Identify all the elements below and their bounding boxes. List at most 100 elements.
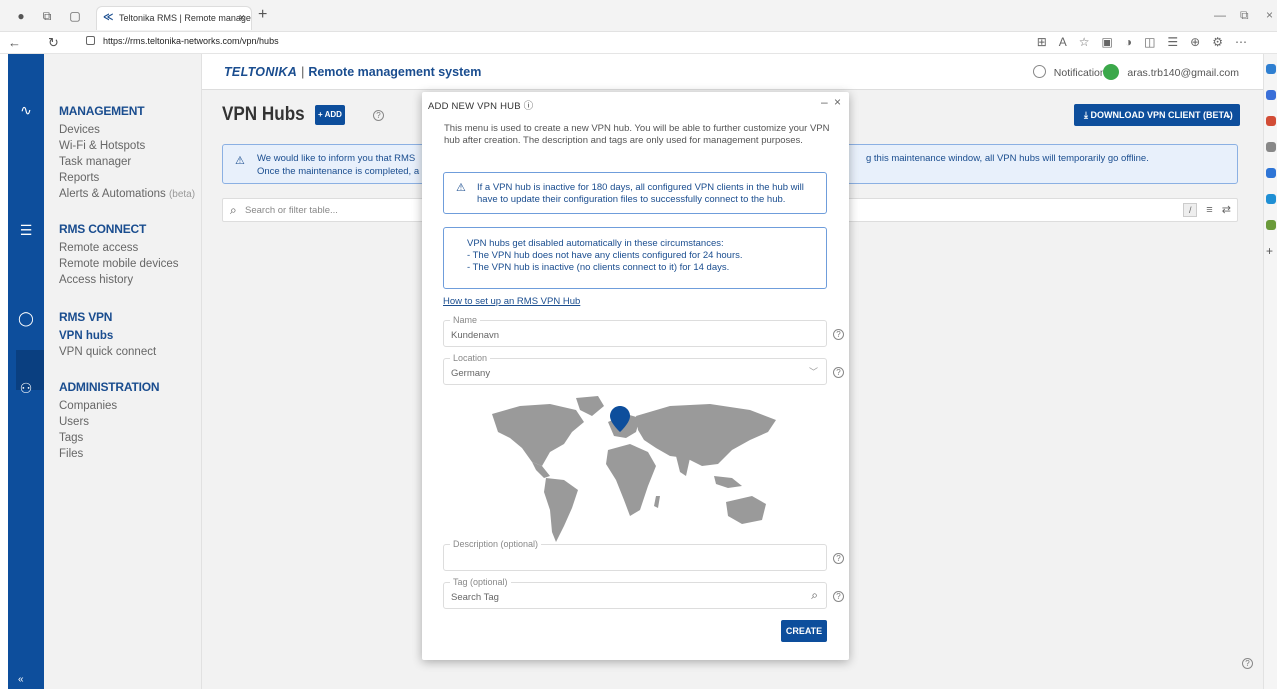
games-icon[interactable] <box>1266 220 1276 230</box>
tab-close-icon[interactable]: × <box>239 7 245 29</box>
download-vpn-client-button[interactable]: ⤓ DOWNLOAD VPN CLIENT (BETA) ⌄ <box>1074 104 1240 126</box>
notifications-button[interactable]: Notifications <box>1032 65 1111 79</box>
search-icon: ⌕ <box>230 203 237 217</box>
sidebar-item-remote-mobile[interactable]: Remote mobile devices <box>59 256 179 272</box>
tag-search-field[interactable]: Tag (optional) Search Tag ⌕ <box>443 577 827 609</box>
copilot-icon[interactable] <box>1266 90 1276 100</box>
activity-icon[interactable]: ∿ <box>16 100 36 120</box>
columns-icon[interactable]: ≡ <box>1206 204 1212 216</box>
teltonika-logo[interactable]: TELTONIKA | Remote management system <box>224 65 481 79</box>
download-label: ⤓ DOWNLOAD VPN CLIENT (BETA) <box>1084 110 1233 120</box>
tag-help-icon[interactable]: ? <box>833 591 844 602</box>
alert-line-2: Once the maintenance is completed, a <box>257 166 420 177</box>
address-bar: ← ↻ https://rms.teltonika-networks.com/v… <box>0 32 1277 54</box>
brand-name: TELTONIKA <box>224 65 298 79</box>
sidebar-item-alerts[interactable]: Alerts & Automations (beta) <box>59 186 195 203</box>
sidebar-item-reports[interactable]: Reports <box>59 170 195 186</box>
system-name: Remote management system <box>308 65 482 79</box>
add-sidebar-icon[interactable]: + <box>1266 245 1276 257</box>
name-label: Name <box>450 315 481 325</box>
refresh-icon[interactable]: ↻ <box>48 35 59 51</box>
chevron-down-icon: ﹀ <box>808 367 818 377</box>
sidebar: MANAGEMENT Devices Wi-Fi & Hotspots Task… <box>44 54 202 689</box>
sidebar-item-companies[interactable]: Companies <box>59 398 159 414</box>
alert-line-1: We would like to inform you that RMS <box>257 153 416 164</box>
sidebar-item-users[interactable]: Users <box>59 414 159 430</box>
refresh-table-icon[interactable]: ⇄ <box>1222 204 1231 216</box>
close-window-icon[interactable]: × <box>1266 8 1273 22</box>
search-sidebar-icon[interactable] <box>1266 64 1276 74</box>
sidebar-section-administration: ADMINISTRATION Companies Users Tags File… <box>59 380 160 462</box>
location-help-icon[interactable]: ? <box>833 367 844 378</box>
location-select[interactable]: Location Germany ﹀ <box>443 353 827 385</box>
nav-rail: ∿ ☰ ◯ ⚇ « <box>8 54 56 689</box>
warning-icon: ⚠ <box>456 182 466 194</box>
sidebar-item-wifi-hotspots[interactable]: Wi-Fi & Hotspots <box>59 138 195 154</box>
restore-icon[interactable]: ⧉ <box>1240 8 1249 23</box>
browser-tab[interactable]: ≪ Teltonika RMS | Remote manage × <box>96 6 252 30</box>
server-icon[interactable]: ☰ <box>16 220 36 240</box>
shortcut-key-icon: / <box>1183 203 1198 217</box>
warning-icon: ⚠ <box>235 155 245 167</box>
sidebar-section-management: MANAGEMENT Devices Wi-Fi & Hotspots Task… <box>59 104 195 203</box>
lock-icon <box>86 36 95 45</box>
sidebar-section-title: MANAGEMENT <box>59 104 145 118</box>
workspaces-icon[interactable]: ⧉ <box>40 9 54 23</box>
tab-actions-icon[interactable]: ▢ <box>68 9 82 23</box>
alert-line-right: g this maintenance window, all VPN hubs … <box>866 153 1149 164</box>
search-placeholder: Search or filter table... <box>245 205 338 216</box>
sidebar-section-title: ADMINISTRATION <box>59 380 160 394</box>
disable-title: VPN hubs get disabled automatically in t… <box>467 238 724 249</box>
collapse-sidebar-icon[interactable]: « <box>18 674 24 685</box>
sidebar-item-task-manager[interactable]: Task manager <box>59 154 195 170</box>
logo-separator: | <box>301 65 305 79</box>
floating-help-icon[interactable]: ? <box>1242 658 1253 669</box>
people-icon[interactable] <box>1266 142 1276 152</box>
tag-label: Tag (optional) <box>450 577 511 587</box>
teltonika-favicon-icon: ≪ <box>103 12 114 23</box>
create-button[interactable]: CREATE <box>781 620 827 642</box>
sidebar-item-devices[interactable]: Devices <box>59 122 195 138</box>
beta-label: (beta) <box>168 189 196 200</box>
shield-icon[interactable]: ◯ <box>16 308 36 328</box>
tag-placeholder: Search Tag <box>451 592 499 603</box>
back-icon[interactable]: ← <box>8 35 21 50</box>
shopping-icon[interactable] <box>1266 116 1276 126</box>
sidebar-section-rms-connect: RMS CONNECT Remote access Remote mobile … <box>59 222 179 288</box>
sidebar-item-vpn-hubs[interactable]: VPN hubs <box>59 328 156 344</box>
sidebar-item-vpn-quick-connect[interactable]: VPN quick connect <box>59 344 156 360</box>
dialog-title: ADD NEW VPN HUB ⓘ <box>428 101 534 112</box>
outlook-icon[interactable] <box>1266 194 1276 204</box>
help-icon[interactable]: ? <box>373 110 384 121</box>
warning-text: If a VPN hub is inactive for 180 days, a… <box>477 182 804 205</box>
users-icon[interactable]: ⚇ <box>16 378 36 398</box>
page-title: VPN Hubs <box>222 104 305 125</box>
minimize-dialog-icon[interactable]: – <box>821 95 828 109</box>
description-help-icon[interactable]: ? <box>833 553 844 564</box>
office-icon[interactable] <box>1266 168 1276 178</box>
sidebar-item-files[interactable]: Files <box>59 446 159 462</box>
sidebar-item-access-history[interactable]: Access history <box>59 272 179 288</box>
sidebar-item-tags[interactable]: Tags <box>59 430 159 446</box>
minimize-icon[interactable]: — <box>1214 8 1226 22</box>
new-tab-icon[interactable]: + <box>258 6 267 24</box>
profile-icon[interactable]: ● <box>14 9 28 23</box>
name-field[interactable]: Name Kundenavn <box>443 315 827 347</box>
description-field[interactable]: Description (optional) <box>443 539 827 571</box>
location-value: Germany <box>451 368 491 379</box>
url-field[interactable]: https://rms.teltonika-networks.com/vpn/h… <box>86 36 279 46</box>
user-menu[interactable]: aras.trb140@gmail.com <box>1103 64 1239 80</box>
inactivity-warning: ⚠ If a VPN hub is inactive for 180 days,… <box>443 172 827 214</box>
sidebar-item-remote-access[interactable]: Remote access <box>59 240 179 256</box>
dialog-description: This menu is used to create a new VPN hu… <box>444 123 830 146</box>
world-map[interactable] <box>480 392 790 552</box>
name-help-icon[interactable]: ? <box>833 329 844 340</box>
close-dialog-icon[interactable]: × <box>834 95 841 109</box>
table-tools: / ≡ ⇄ <box>1183 203 1231 217</box>
avatar <box>1103 64 1120 80</box>
add-vpn-hub-button[interactable]: + ADD <box>315 105 345 125</box>
dialog-controls: – × <box>821 95 841 109</box>
add-vpn-hub-dialog: ADD NEW VPN HUB ⓘ – × This menu is used … <box>422 92 849 660</box>
browser-toolbar-icons[interactable]: ⊞A☆▣◑◫☰⊕⚙⋯ <box>1037 35 1259 49</box>
howto-link[interactable]: How to set up an RMS VPN Hub <box>443 296 580 307</box>
